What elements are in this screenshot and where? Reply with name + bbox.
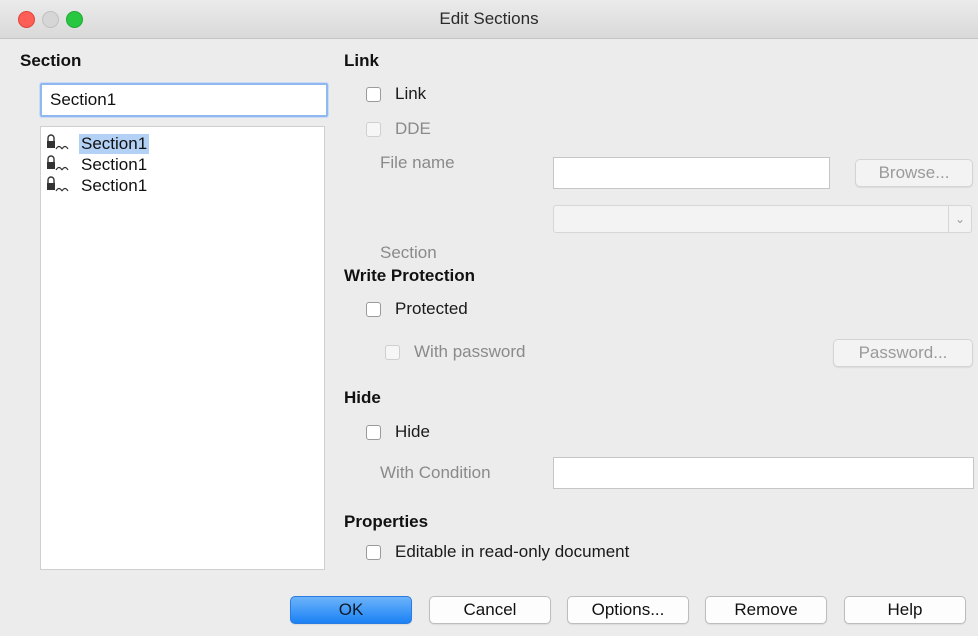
lock-icon: [45, 133, 79, 155]
file-name-input[interactable]: [553, 157, 830, 189]
with-password-checkbox[interactable]: With password: [385, 342, 525, 362]
properties-heading: Properties: [344, 512, 429, 531]
editable-readonly-checkbox-label: Editable in read-only document: [395, 542, 630, 561]
hide-heading: Hide: [344, 388, 381, 407]
ok-button[interactable]: OK: [290, 596, 412, 624]
options-button[interactable]: Options...: [567, 596, 689, 624]
dde-checkbox-label: DDE: [395, 119, 431, 138]
dde-checkbox-box[interactable]: [366, 121, 381, 137]
with-condition-label: With Condition: [380, 463, 491, 482]
editable-readonly-checkbox[interactable]: Editable in read-only document: [366, 542, 629, 562]
list-item-label: Section1: [81, 155, 148, 174]
password-button[interactable]: Password...: [833, 339, 973, 367]
link-checkbox-label: Link: [395, 84, 427, 103]
title-bar: Edit Sections: [0, 0, 978, 39]
write-protection-heading: Write Protection: [344, 266, 475, 285]
section-list[interactable]: Section1 Section1 Section1: [40, 126, 325, 570]
dde-checkbox[interactable]: DDE: [366, 119, 431, 139]
list-item-label: Section1: [81, 176, 148, 195]
with-password-checkbox-label: With password: [414, 342, 526, 361]
protected-checkbox-box[interactable]: [366, 301, 381, 317]
link-checkbox-box[interactable]: [366, 86, 381, 102]
condition-input[interactable]: [553, 457, 974, 489]
list-item-label: Section1: [79, 134, 150, 154]
lock-icon: [45, 175, 79, 197]
link-section-label: Section: [380, 243, 437, 262]
editable-readonly-checkbox-box[interactable]: [366, 544, 381, 560]
with-password-checkbox-box[interactable]: [385, 344, 400, 360]
link-heading: Link: [344, 51, 379, 70]
file-name-label: File name: [380, 153, 455, 172]
window-title: Edit Sections: [439, 9, 539, 28]
list-item[interactable]: Section1: [45, 175, 149, 197]
help-button[interactable]: Help: [844, 596, 966, 624]
hide-checkbox-label: Hide: [395, 422, 430, 441]
protected-checkbox[interactable]: Protected: [366, 299, 468, 319]
list-item[interactable]: Section1: [45, 133, 150, 155]
section-name-input[interactable]: Section1: [40, 83, 328, 117]
section-heading: Section: [20, 51, 82, 70]
cancel-button[interactable]: Cancel: [429, 596, 551, 624]
hide-checkbox-box[interactable]: [366, 424, 381, 440]
browse-button[interactable]: Browse...: [855, 159, 973, 187]
link-checkbox[interactable]: Link: [366, 84, 426, 104]
protected-checkbox-label: Protected: [395, 299, 468, 318]
remove-button[interactable]: Remove: [705, 596, 827, 624]
list-item[interactable]: Section1: [45, 154, 149, 176]
lock-icon: [45, 154, 79, 176]
link-section-select[interactable]: ⌄: [553, 205, 972, 233]
hide-checkbox[interactable]: Hide: [366, 422, 430, 442]
chevron-down-icon[interactable]: ⌄: [948, 206, 971, 232]
